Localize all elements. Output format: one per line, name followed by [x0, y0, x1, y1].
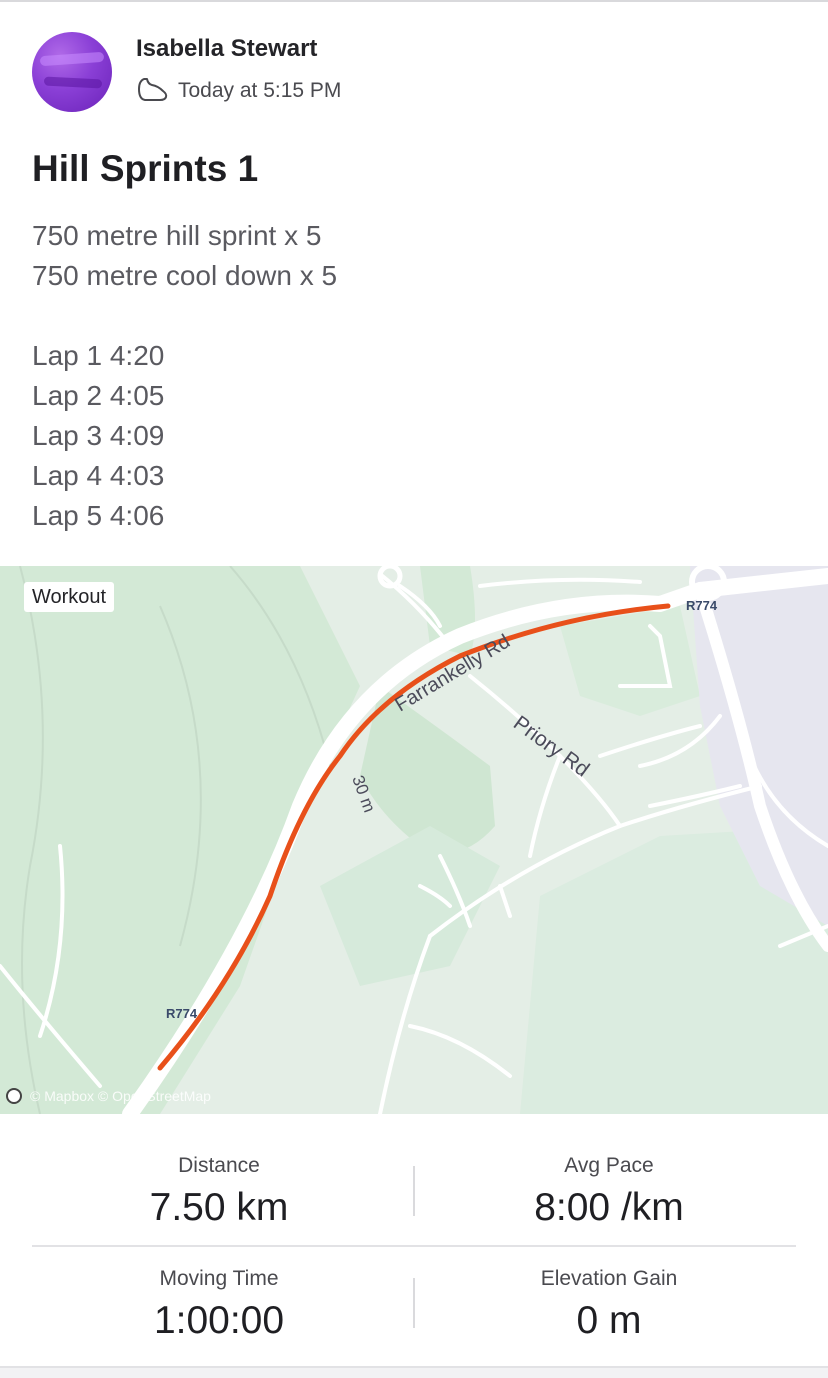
stats-row-divider — [32, 1245, 796, 1247]
athlete-name[interactable]: Isabella Stewart — [136, 35, 317, 63]
stat-value: 0 m — [576, 1299, 642, 1342]
workout-tag: Workout — [24, 582, 115, 612]
stat-value: 7.50 km — [149, 1186, 289, 1229]
activity-description: 750 metre hill sprint x 5 750 metre cool… — [32, 216, 337, 536]
stat-label: Elevation Gain — [540, 1267, 678, 1290]
bottom-divider — [0, 1366, 828, 1378]
map-canvas: Farrankelly Rd Priory Rd 30 m R774 R774 — [0, 566, 828, 1114]
lap-line: Lap 4 4:03 — [32, 460, 165, 491]
avatar[interactable] — [32, 32, 112, 112]
stat-value: 8:00 /km — [534, 1186, 684, 1229]
lap-line: Lap 1 4:20 — [32, 340, 165, 371]
stat-elevation-gain: Elevation Gain 0 m — [402, 1267, 816, 1343]
activity-timestamp: Today at 5:15 PM — [178, 79, 342, 102]
route-map[interactable]: Farrankelly Rd Priory Rd 30 m R774 R774 … — [0, 566, 828, 1114]
lap-line: Lap 2 4:05 — [32, 380, 165, 411]
shoe-icon — [136, 75, 170, 108]
activity-meta: Today at 5:15 PM — [136, 76, 341, 106]
lap-line: Lap 3 4:09 — [32, 420, 165, 451]
stats-panel: Distance 7.50 km Avg Pace 8:00 /km Movin… — [0, 1114, 828, 1366]
route-code-label-bottom: R774 — [166, 1006, 198, 1021]
stat-avg-pace: Avg Pace 8:00 /km — [402, 1154, 816, 1230]
description-line: 750 metre cool down x 5 — [32, 260, 338, 291]
stat-distance: Distance 7.50 km — [12, 1154, 426, 1230]
mapbox-logo-icon[interactable] — [6, 1088, 22, 1104]
description-line: 750 metre hill sprint x 5 — [32, 220, 322, 251]
route-code-label-top: R774 — [686, 598, 718, 613]
map-attribution[interactable]: © Mapbox © OpenStreetMap — [6, 1088, 211, 1104]
top-divider — [0, 0, 828, 2]
road-label-side: Priory Rd — [509, 711, 593, 781]
stat-value: 1:00:00 — [153, 1299, 285, 1342]
lap-line: Lap 5 4:06 — [32, 500, 165, 531]
stat-label: Moving Time — [159, 1267, 279, 1290]
stat-label: Avg Pace — [564, 1154, 654, 1177]
stat-moving-time: Moving Time 1:00:00 — [12, 1267, 426, 1343]
activity-title[interactable]: Hill Sprints 1 — [32, 148, 258, 190]
attribution-text[interactable]: © Mapbox © OpenStreetMap — [30, 1088, 211, 1104]
stat-label: Distance — [178, 1154, 260, 1177]
